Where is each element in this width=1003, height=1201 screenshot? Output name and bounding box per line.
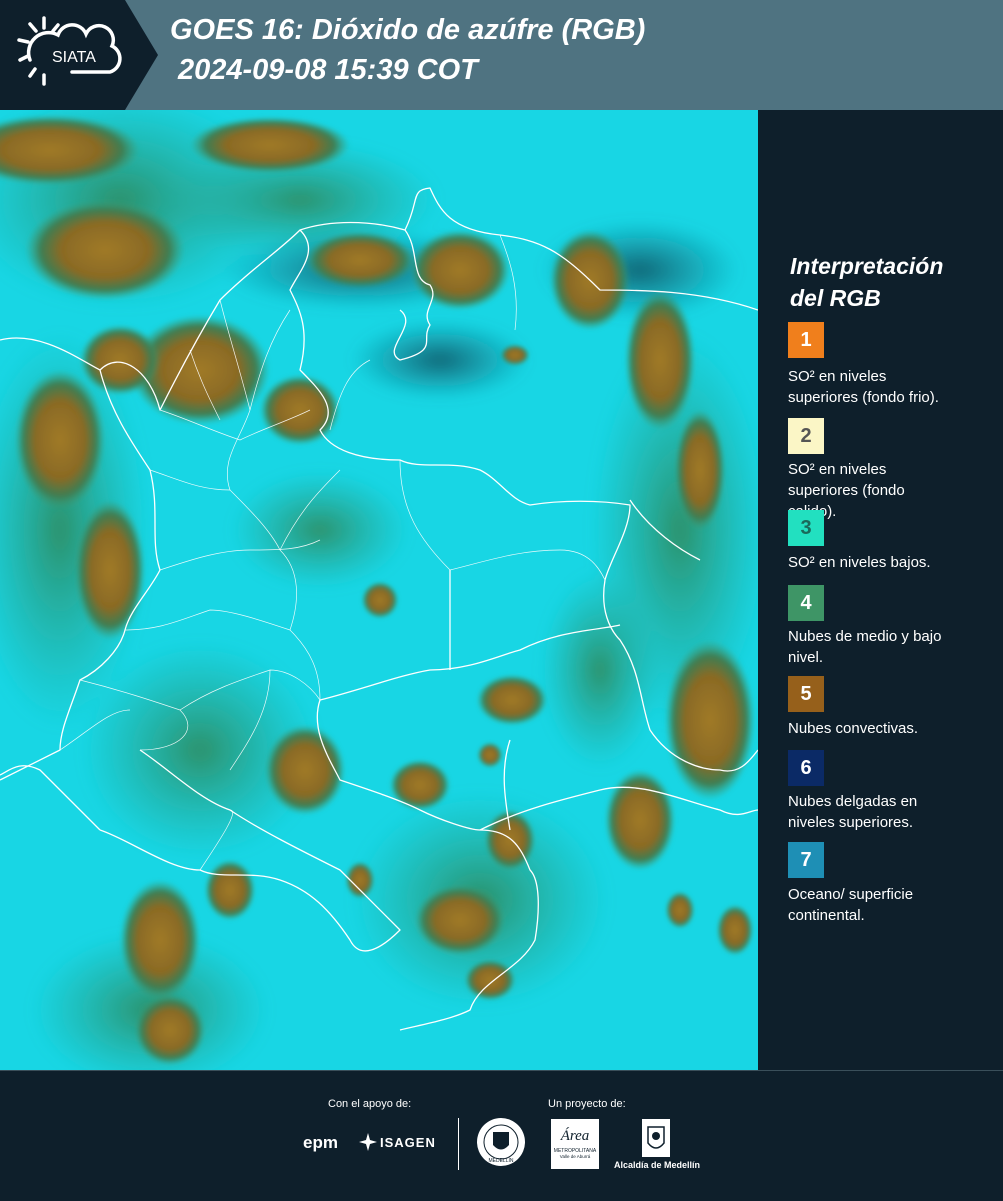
project-label: Un proyecto de: (548, 1098, 626, 1110)
legend-text-2-line1: SO² en niveles (788, 461, 887, 478)
isagen-text: ISAGEN (380, 1134, 436, 1150)
legend-text-5: Nubes convectivas. (788, 718, 968, 739)
footer-divider (458, 1118, 459, 1170)
legend-text-6-line2: niveles superiores. (788, 814, 914, 831)
legend-panel: Interpretación del RGB 1 SO² en niveles … (758, 110, 1003, 1070)
legend-title-line1: Interpretación (790, 253, 944, 279)
logo-panel: SIATA (0, 0, 158, 110)
legend-text-7-line1: Oceano/ superficie (788, 886, 914, 903)
header-bar: SIATA GOES 16: Dióxido de azúfre (RGB) 2… (0, 0, 1003, 110)
legend-title: Interpretación del RGB (790, 250, 990, 314)
legend-text-5-line1: Nubes convectivas. (788, 720, 919, 737)
legend-text-7: Oceano/ superficie continental. (788, 884, 968, 926)
satellite-map[interactable] (0, 110, 758, 1070)
legend-text-1-line1: SO² en niveles (788, 368, 887, 385)
rgb-composite-image (0, 110, 758, 1070)
area-logo-script: Área (560, 1128, 590, 1144)
isagen-star-icon (359, 1133, 377, 1151)
legend-swatch-3: 3 (788, 510, 824, 546)
legend-text-2-line2: superiores (fondo (788, 482, 905, 499)
support-label: Con el apoyo de: (328, 1098, 412, 1110)
area-metropolitana-logo: Área METROPOLITANA Valle de Aburrá (551, 1119, 599, 1169)
legend-swatch-5: 5 (788, 676, 824, 712)
legend-text-3-line1: SO² en niveles bajos. (788, 554, 931, 571)
legend-title-line2: del RGB (790, 285, 881, 311)
footer-bar: Con el apoyo de: Un proyecto de: epm ISA… (0, 1070, 1003, 1201)
legend-text-7-line2: continental. (788, 907, 865, 924)
legend-text-6: Nubes delgadas en niveles superiores. (788, 791, 968, 833)
legend-text-4-line2: nivel. (788, 649, 824, 666)
legend-swatch-1: 1 (788, 322, 824, 358)
legend-text-6-line1: Nubes delgadas en (788, 793, 918, 810)
area-logo-line2: Valle de Aburrá (559, 1154, 591, 1159)
legend-swatch-7: 7 (788, 842, 824, 878)
page-timestamp: 2024-09-08 15:39 COT (178, 54, 478, 86)
siata-logo-text: SIATA (52, 49, 96, 66)
alcaldia-label: Alcaldía de Medellín (614, 1160, 701, 1170)
seal-text: MEDELLÍN (488, 1157, 513, 1164)
epm-logo: epm (303, 1133, 338, 1152)
legend-text-3: SO² en niveles bajos. (788, 552, 968, 573)
medellin-seal-icon: MEDELLÍN (477, 1118, 525, 1166)
legend-text-4-line1: Nubes de medio y bajo (788, 628, 942, 645)
legend-text-1: SO² en niveles superiores (fondo frio). (788, 366, 968, 408)
legend-text-4: Nubes de medio y bajo nivel. (788, 626, 968, 668)
alcaldia-crest-icon (642, 1119, 670, 1157)
legend-swatch-6: 6 (788, 750, 824, 786)
legend-swatch-2: 2 (788, 418, 824, 454)
page-title: GOES 16: Dióxido de azúfre (RGB) (170, 14, 646, 46)
legend-swatch-4: 4 (788, 585, 824, 621)
legend-text-1-line2: superiores (fondo frio). (788, 389, 939, 406)
isagen-logo: ISAGEN (359, 1133, 436, 1151)
